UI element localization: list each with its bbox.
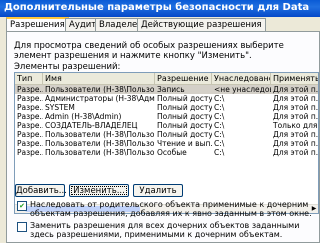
table-row[interactable]: Разре... Администраторы (H-38\Адми... По… (15, 94, 318, 103)
cell-apply-to: Для этой п... (273, 94, 318, 103)
cell-type: Разре... (17, 139, 43, 148)
tab-permissions[interactable]: Разрешения (6, 17, 69, 32)
table-row[interactable]: Разре... Пользователи (H-38\Пользо... За… (15, 85, 318, 94)
cell-apply-to: Только для... (273, 121, 318, 130)
permissions-panel: Для просмотра сведений об особых разреше… (6, 31, 320, 243)
cell-permission: Полный доступ (157, 130, 212, 139)
replace-permissions-checkbox[interactable] (17, 222, 27, 232)
info-text: Для просмотра сведений об особых разреше… (14, 41, 284, 61)
cell-name: Администраторы (H-38\Адми... (45, 94, 155, 103)
cell-permission: Особые (157, 148, 187, 157)
cell-type: Разре... (17, 94, 43, 103)
table-row[interactable]: Разре... СОЗДАТЕЛЬ-ВЛАДЕЛЕЦ Полный досту… (15, 121, 318, 130)
column-header-inherited-from[interactable]: Унаследовано ... (212, 73, 271, 84)
cell-apply-to: Для этой п... (273, 139, 318, 148)
column-header-name[interactable]: Имя (43, 73, 155, 84)
inherit-permissions-checkbox[interactable]: ✔ (17, 201, 27, 211)
cell-permission: Запись (157, 85, 185, 94)
cell-name: Пользователи (H-38\Пользо... (45, 85, 155, 94)
table-row[interactable]: Разре... Пользователи (H-38\Пользо... Чт… (15, 139, 318, 148)
column-header-type[interactable]: Тип (15, 73, 43, 84)
cell-permission: Полный доступ (157, 103, 212, 112)
cell-name: Admin (H-38\Admin) (45, 112, 122, 121)
cell-inherited-from: C:\ (214, 139, 225, 148)
table-row[interactable]: Разре... SYSTEM Полный доступ C:\ Для эт… (15, 103, 318, 112)
remove-button[interactable]: Удалить (133, 184, 183, 197)
cell-inherited-from: C:\ (214, 103, 225, 112)
cell-permission: Чтение и вып... (157, 139, 212, 148)
cell-apply-to: Для этой п... (273, 130, 318, 139)
cell-inherited-from: C:\ (214, 148, 225, 157)
cell-type: Разре... (17, 121, 43, 130)
table-row[interactable]: Разре... Пользователи (H-38\Пользо... Ос… (15, 148, 318, 157)
column-header-permission[interactable]: Разрешение (155, 73, 212, 84)
cell-name: Пользователи (H-38\Пользо... (45, 130, 155, 139)
cell-inherited-from: C:\ (214, 130, 225, 139)
column-header-apply-to[interactable]: Применять к (271, 73, 318, 84)
cell-inherited-from: <не унаследова... (214, 85, 271, 94)
list-header: Тип Имя Разрешение Унаследовано ... Прим… (15, 73, 318, 85)
cell-apply-to: Для этой п... (273, 148, 318, 157)
table-row[interactable]: Разре... Admin (H-38\Admin) Полный досту… (15, 112, 318, 121)
replace-permissions-label: Заменить разрешения для всех дочерних об… (30, 221, 300, 239)
title-bar: Дополнительные параметры безопасности дл… (0, 0, 320, 17)
cell-name: Пользователи (H-38\Пользо... (45, 148, 155, 157)
cell-name: СОЗДАТЕЛЬ-ВЛАДЕЛЕЦ (45, 121, 138, 130)
edit-button[interactable]: Изменить... (69, 184, 129, 197)
cell-inherited-from: C:\ (214, 94, 225, 103)
inherit-permissions-label: Наследовать от родительского объекта при… (30, 200, 312, 218)
cell-apply-to: Для этой п... (273, 112, 318, 121)
cell-type: Разре... (17, 112, 43, 121)
tab-strip: Разрешения Аудит Владелец Действующие ра… (6, 17, 320, 32)
cell-type: Разре... (17, 85, 43, 94)
table-row[interactable]: Разре... Пользователи (H-38\Пользо... По… (15, 130, 318, 139)
cell-type: Разре... (17, 130, 43, 139)
permission-entries-label: Элементы разрешений: (14, 62, 121, 72)
cell-permission: Полный доступ (157, 121, 212, 130)
cell-inherited-from: C:\ (214, 121, 225, 130)
tab-effective-permissions[interactable]: Действующие разрешения (137, 18, 266, 31)
cell-name: Пользователи (H-38\Пользо... (45, 139, 155, 148)
cell-type: Разре... (17, 148, 43, 157)
cell-apply-to: Для этой п... (273, 85, 318, 94)
add-button[interactable]: Добавить... (15, 184, 67, 197)
cell-inherited-from: C:\ (214, 112, 225, 121)
cell-name: SYSTEM (45, 103, 75, 112)
cell-type: Разре... (17, 103, 43, 112)
cell-permission: Полный доступ (157, 112, 212, 121)
window-title: Дополнительные параметры безопасности дл… (4, 2, 310, 13)
cell-permission: Полный доступ (157, 94, 212, 103)
cell-apply-to: Для этой п... (273, 103, 318, 112)
